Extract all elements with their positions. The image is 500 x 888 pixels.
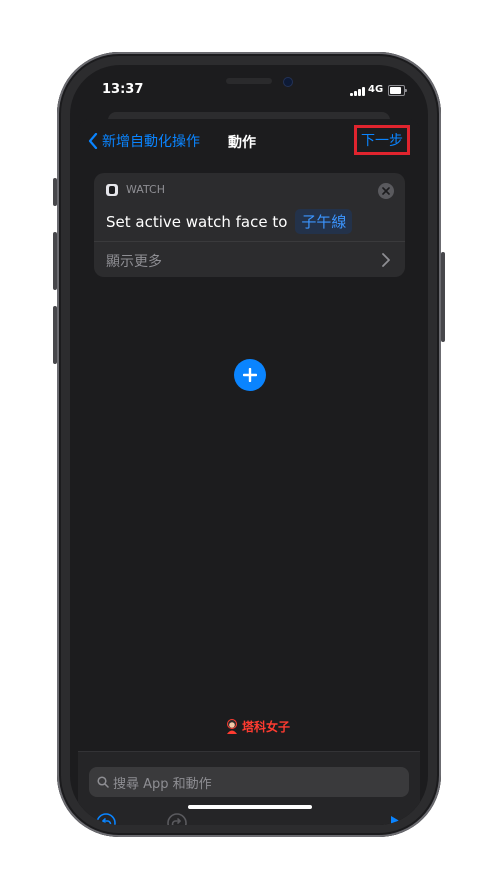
search-field[interactable]: 搜尋 App 和動作 bbox=[89, 767, 409, 797]
network-type: 4G bbox=[368, 84, 384, 95]
divider bbox=[94, 241, 405, 242]
show-more-button[interactable]: 顯示更多 bbox=[106, 251, 162, 271]
action-card[interactable]: WATCH Set active watch face to 子午線 顯示更多 bbox=[94, 173, 405, 277]
status-time: 13:37 bbox=[102, 82, 144, 97]
watermark-text: 塔科女子 bbox=[242, 720, 291, 734]
editor-controls bbox=[78, 812, 420, 825]
undo-icon[interactable] bbox=[95, 812, 117, 825]
watch-app-icon bbox=[106, 183, 118, 196]
close-icon bbox=[382, 187, 390, 195]
chevron-left-icon bbox=[88, 133, 98, 149]
bottom-toolbar: 搜尋 App 和動作 bbox=[78, 751, 420, 825]
home-indicator bbox=[188, 805, 312, 809]
chevron-right-icon bbox=[382, 253, 390, 267]
search-icon bbox=[97, 776, 109, 788]
next-button[interactable]: 下一步 bbox=[354, 125, 410, 155]
signal-icon bbox=[350, 86, 366, 96]
front-camera bbox=[283, 77, 293, 87]
status-bar: 13:37 4G bbox=[70, 65, 428, 115]
volume-up-button bbox=[53, 232, 57, 290]
volume-down-button bbox=[53, 306, 57, 364]
redo-icon[interactable] bbox=[166, 812, 188, 825]
back-button[interactable]: 新增自動化操作 bbox=[88, 131, 200, 151]
watermark-logo bbox=[227, 718, 237, 734]
watch-face-parameter[interactable]: 子午線 bbox=[295, 209, 353, 234]
back-label: 新增自動化操作 bbox=[102, 134, 200, 150]
action-summary: Set active watch face to 子午線 bbox=[106, 209, 353, 234]
action-app-name: WATCH bbox=[126, 183, 165, 196]
navigation-bar: 新增自動化操作 動作 下一步 bbox=[78, 119, 420, 163]
mute-switch bbox=[53, 178, 57, 206]
side-button bbox=[441, 252, 445, 342]
action-text: Set active watch face to bbox=[106, 212, 288, 231]
play-icon[interactable] bbox=[390, 815, 404, 825]
actions-sheet: 新增自動化操作 動作 下一步 WATCH Set active watch fa… bbox=[78, 119, 420, 825]
search-placeholder: 搜尋 App 和動作 bbox=[113, 776, 212, 792]
battery-icon bbox=[388, 85, 407, 96]
page-title: 動作 bbox=[228, 135, 256, 151]
action-app-header: WATCH bbox=[106, 183, 165, 196]
watermark: 塔科女子 bbox=[225, 718, 290, 735]
plus-icon bbox=[243, 368, 257, 382]
earpiece-speaker bbox=[226, 78, 272, 84]
add-action-button[interactable] bbox=[234, 359, 266, 391]
screen: 13:37 4G 新增自動化操作 動作 下一步 WATCH Set active… bbox=[70, 65, 428, 825]
remove-action-button[interactable] bbox=[378, 183, 394, 199]
